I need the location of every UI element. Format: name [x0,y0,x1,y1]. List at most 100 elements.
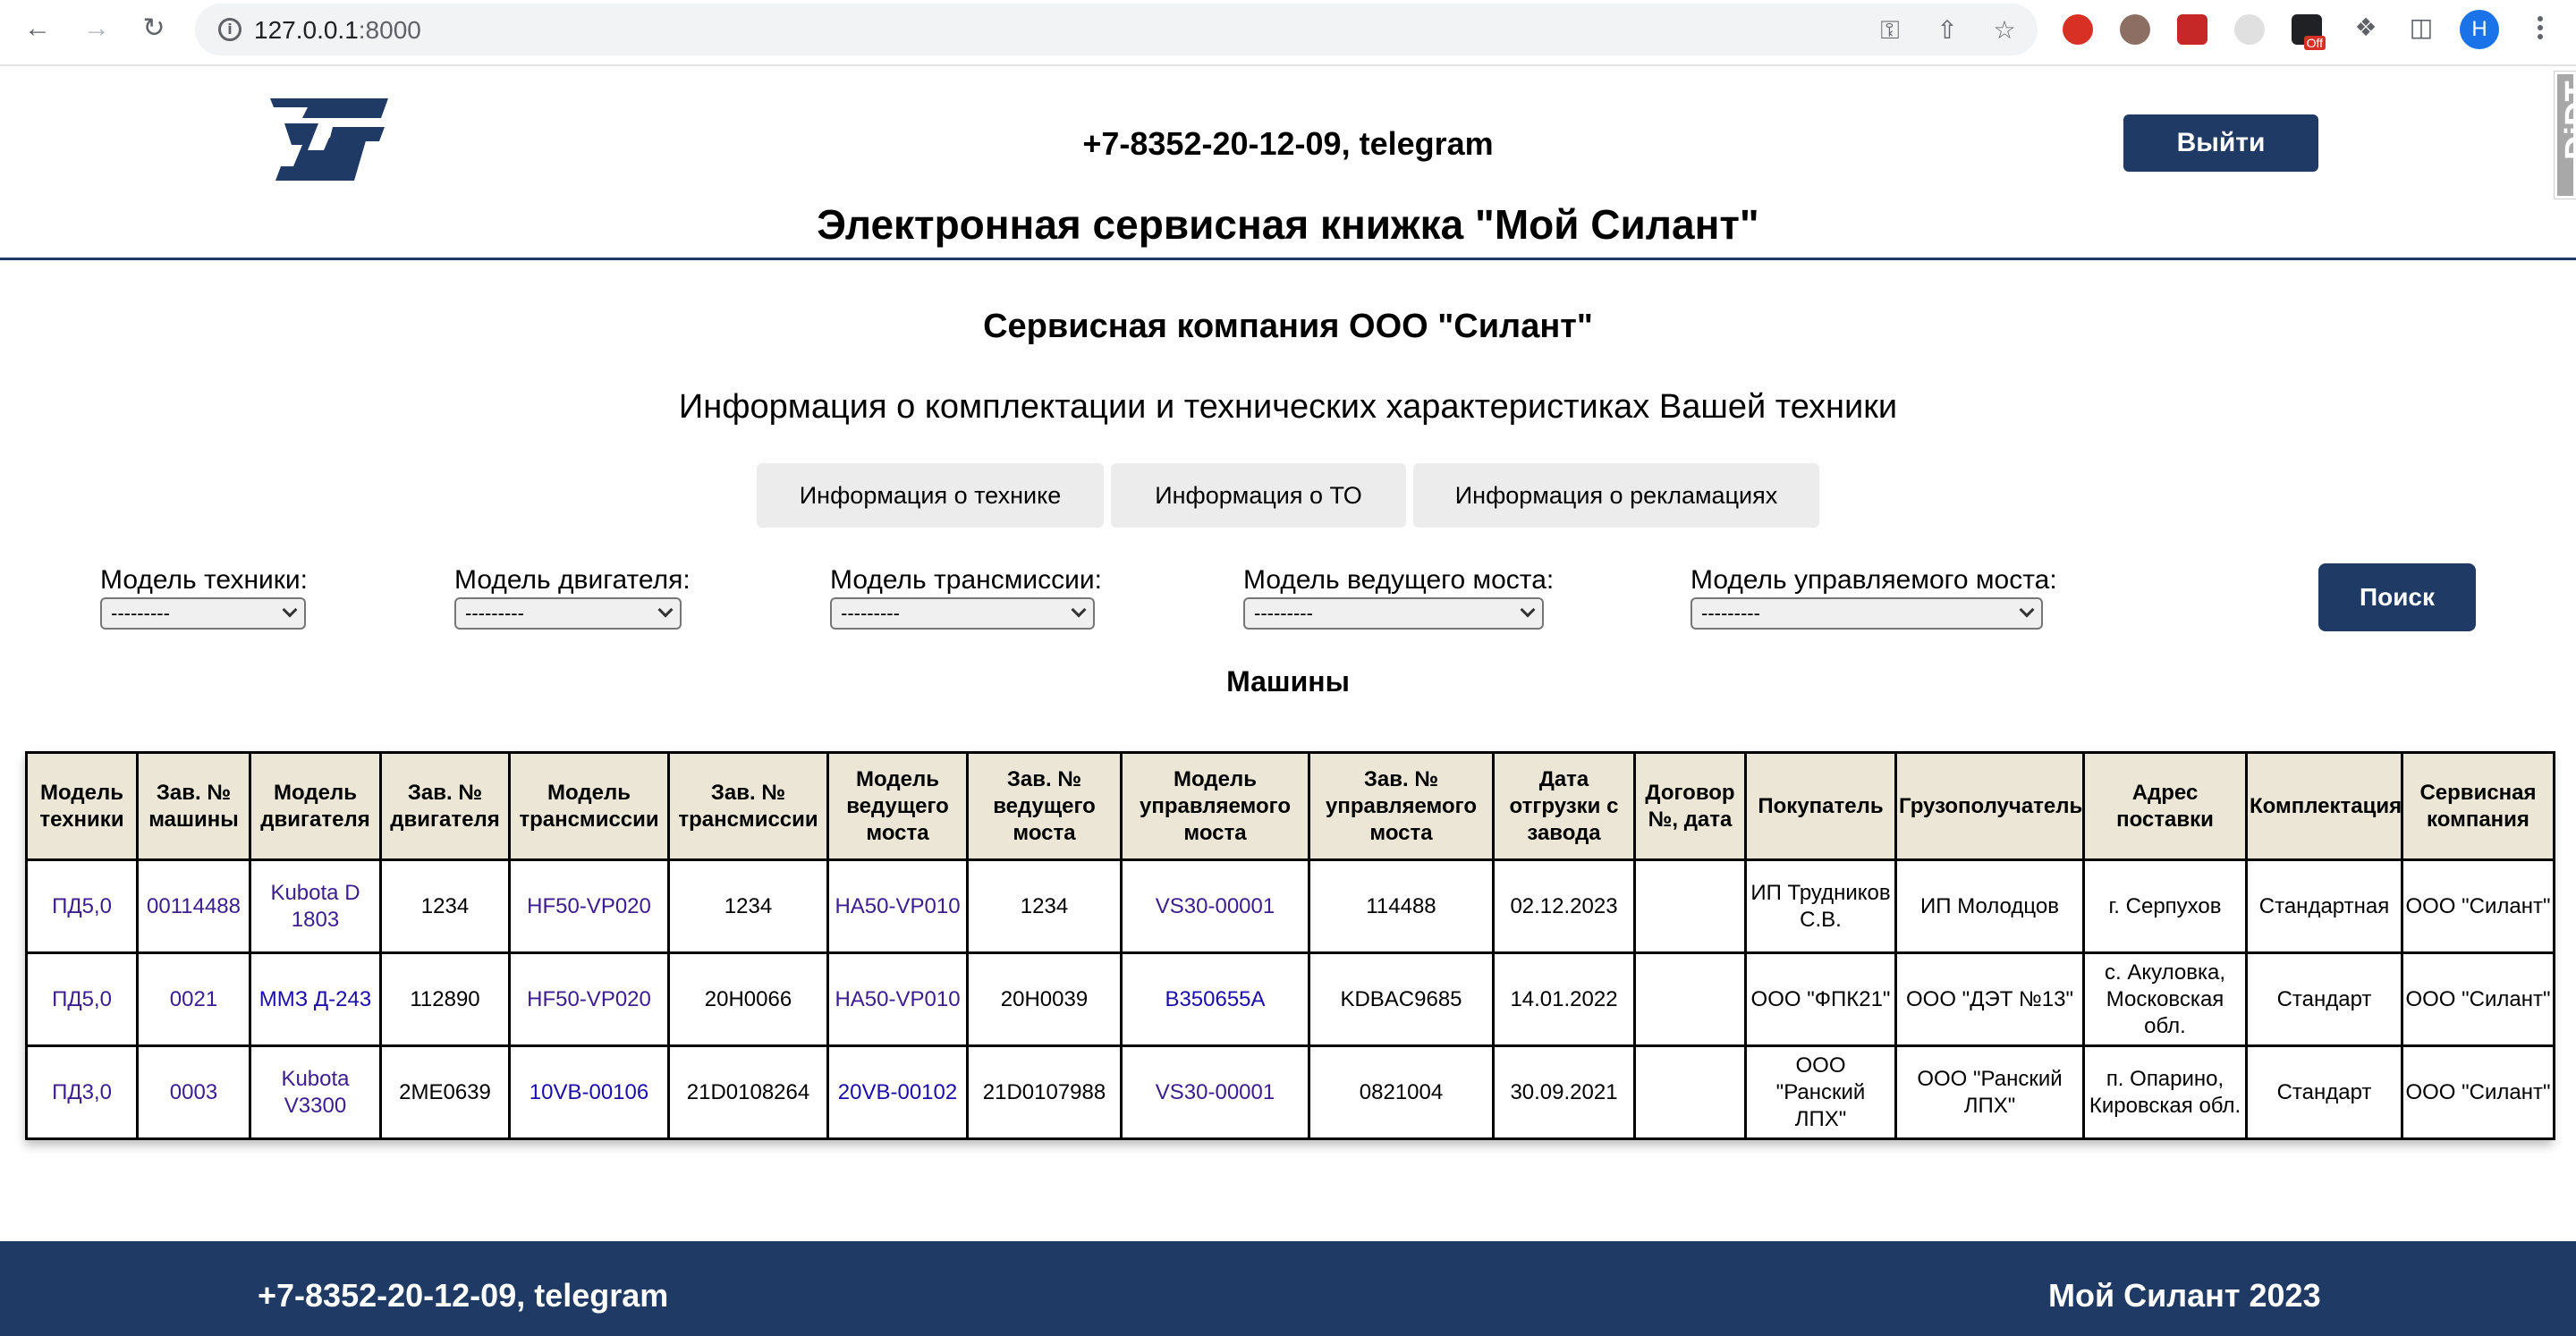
extension-circle-icon[interactable] [2234,14,2265,45]
column-header: Адрес поставки [2082,751,2248,861]
site-footer: +7-8352-20-12-09, telegram Мой Силант 20… [0,1241,2576,1336]
equipment-cell: Стандарт [2245,951,2403,1047]
shipment-date-cell: 02.12.2023 [1492,858,1636,954]
footer-phone: +7-8352-20-12-09, telegram [258,1277,669,1314]
steer-axle-model-link[interactable]: B350655A [1120,951,1310,1047]
filter-select-steer-axle-model[interactable]: --------- [1690,597,2043,630]
chevron-down-icon [1071,602,1087,618]
share-icon[interactable]: ⇧ [1934,17,1961,44]
forward-arrow-icon[interactable]: → [79,11,114,47]
column-header: Зав. № ведущего моста [966,751,1123,861]
reload-icon[interactable]: ↻ [136,11,172,47]
drive-axle-model-link[interactable]: HA50-VP010 [826,858,969,954]
service-company-cell: ООО "Силант" [2401,1044,2555,1140]
table-row: ПД5,0 0021 ММЗ Д-243 112890 HF50-VP020 2… [25,951,2555,1047]
extensions-puzzle-icon[interactable]: ❖ [2352,14,2379,41]
transmission-model-link[interactable]: HF50-VP020 [508,858,670,954]
filter-select-transmission-model[interactable]: --------- [830,597,1095,630]
machine-serial-link[interactable]: 00114488 [136,858,251,954]
engine-serial-cell: 2ME0639 [379,1044,511,1140]
steer-axle-serial-cell: 114488 [1308,858,1495,954]
filter-select-engine-model[interactable]: --------- [454,597,682,630]
column-header: Дата отгрузки с завода [1492,751,1636,861]
drive-axle-serial-cell: 1234 [966,858,1123,954]
browser-menu-icon[interactable] [2531,13,2549,48]
profile-avatar[interactable]: H [2460,10,2499,49]
address-bar[interactable]: i 127.0.0.1:8000 ⚿ ⇧ ☆ [195,4,2038,55]
buyer-cell: ИП Трудников С.В. [1744,858,1897,954]
tab-machines-info[interactable]: Информация о технике [757,463,1104,528]
extension-castle-icon[interactable] [2177,14,2207,45]
filter-select-machine-model[interactable]: --------- [100,597,306,630]
steer-axle-serial-cell: KDBAC9685 [1308,951,1495,1047]
url-text[interactable]: 127.0.0.1:8000 [254,16,421,45]
machine-serial-link[interactable]: 0003 [136,1044,251,1140]
chevron-down-icon [657,602,674,618]
url-host: 127.0.0.1 [254,16,359,44]
steer-axle-serial-cell: 0821004 [1308,1044,1495,1140]
column-header: Покупатель [1744,751,1897,861]
table-header-row: Модель техники Зав. № машины Модель двиг… [25,751,2555,861]
contract-cell [1633,858,1747,954]
drive-axle-serial-cell: 21D0107988 [966,1044,1123,1140]
extension-off-badge: Off [2303,36,2326,50]
steer-axle-model-link[interactable]: VS30-00001 [1120,1044,1310,1140]
site-info-icon[interactable]: i [218,18,242,41]
shipment-date-cell: 14.01.2022 [1492,951,1636,1047]
drive-axle-serial-cell: 20H0039 [966,951,1123,1047]
engine-model-link[interactable]: Kubota D 1803 [249,858,382,954]
extension-terminal-icon[interactable]: Off [2292,14,2326,50]
column-header: Зав. № двигателя [379,751,511,861]
table-row: ПД3,0 0003 Kubota V3300 2ME0639 10VB-001… [25,1044,2555,1140]
adblock-extension-icon[interactable] [2063,14,2093,45]
column-header: Договор №, дата [1633,751,1747,861]
machine-model-link[interactable]: ПД3,0 [25,1044,139,1140]
tab-claims-info[interactable]: Информация о рекламациях [1413,463,1819,528]
column-header: Модель управляемого моста [1120,751,1310,861]
chevron-down-icon [2019,602,2035,618]
filter-label-steer-axle-model: Модель управляемого моста: [1690,565,2057,595]
transmission-serial-cell: 1234 [667,858,829,954]
transmission-model-link[interactable]: HF50-VP020 [508,951,670,1047]
steer-axle-model-link[interactable]: VS30-00001 [1120,858,1310,954]
machine-serial-link[interactable]: 0021 [136,951,251,1047]
filter-value: --------- [465,602,524,624]
browser-toolbar: ← → ↻ i 127.0.0.1:8000 ⚿ ⇧ ☆ Off ❖ ◫ H [0,0,2576,66]
delivery-address-cell: г. Серпухов [2082,858,2248,954]
drive-axle-model-link[interactable]: HA50-VP010 [826,951,969,1047]
column-header: Сервисная компания [2401,751,2555,861]
search-button[interactable]: Поиск [2318,563,2476,631]
back-arrow-icon[interactable]: ← [20,11,55,47]
column-header: Модель ведущего моста [826,751,969,861]
engine-model-link[interactable]: Kubota V3300 [249,1044,382,1140]
filter-label-machine-model: Модель техники: [100,565,308,595]
extension-avatar-icon[interactable] [2120,14,2150,45]
transmission-serial-cell: 21D0108264 [667,1044,829,1140]
engine-serial-cell: 1234 [379,858,511,954]
equipment-cell: Стандартная [2245,858,2403,954]
tab-maintenance-info[interactable]: Информация о ТО [1111,463,1406,528]
django-debug-toolbar-handle[interactable]: DjDT [2554,71,2576,199]
filter-label-engine-model: Модель двигателя: [454,565,691,595]
transmission-model-link[interactable]: 10VB-00106 [508,1044,670,1140]
machines-table: Модель техники Зав. № машины Модель двиг… [25,751,2555,1140]
logout-button[interactable]: Выйти [2123,114,2318,172]
engine-model-link[interactable]: ММЗ Д-243 [249,951,382,1047]
djdt-label: DjDT [2559,80,2576,160]
filter-select-drive-axle-model[interactable]: --------- [1243,597,1544,630]
buyer-cell: ООО "Ранский ЛПХ" [1744,1044,1897,1140]
machine-model-link[interactable]: ПД5,0 [25,858,139,954]
contract-cell [1633,951,1747,1047]
transmission-serial-cell: 20H0066 [667,951,829,1047]
bookmark-star-icon[interactable]: ☆ [1991,17,2018,44]
drive-axle-model-link[interactable]: 20VB-00102 [826,1044,969,1140]
chevron-down-icon [282,602,298,618]
machine-model-link[interactable]: ПД5,0 [25,951,139,1047]
side-panel-icon[interactable]: ◫ [2408,14,2435,41]
shipment-date-cell: 30.09.2021 [1492,1044,1636,1140]
filter-value: --------- [841,602,900,624]
site-title: Электронная сервисная книжка "Мой Силант… [817,201,1759,248]
table-title: Машины [1226,665,1350,698]
key-icon[interactable]: ⚿ [1877,17,1903,44]
filter-label-drive-axle-model: Модель ведущего моста: [1243,565,1555,595]
